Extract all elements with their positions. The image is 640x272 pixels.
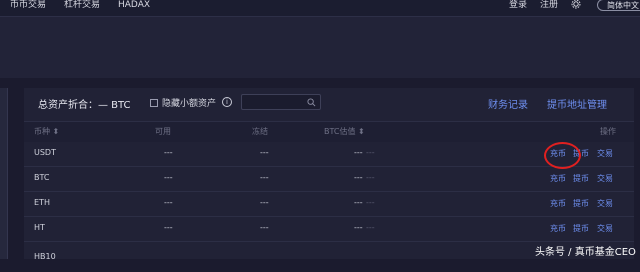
- watermark: 头条号 / 真币基金CEO: [535, 247, 636, 258]
- trade-button[interactable]: 交易: [597, 148, 613, 159]
- info-icon[interactable]: i: [222, 97, 232, 107]
- row-btc-value-extra: ---: [366, 148, 375, 157]
- assets-panel: 总资产折合：— BTC 隐藏小额资产 i 财务记录 提币地址管理 币种 ⬍ 可用…: [24, 88, 634, 261]
- deposit-button[interactable]: 充币: [550, 223, 566, 234]
- table-row: ETH --- --- --- --- 充币 提币 交易: [24, 192, 634, 217]
- divider: [0, 16, 640, 17]
- row-btc-value: ---: [354, 223, 363, 232]
- finance-record-link[interactable]: 财务记录: [488, 96, 528, 111]
- column-header-frozen: 冻结: [252, 127, 268, 136]
- trade-button[interactable]: 交易: [597, 223, 613, 234]
- row-btc-value-extra: ---: [366, 173, 375, 182]
- deposit-button[interactable]: 充币: [550, 173, 566, 184]
- total-assets-value: — BTC: [98, 100, 131, 111]
- search-icon: [307, 98, 316, 107]
- nav-item-spot-trading[interactable]: 币币交易: [10, 0, 46, 11]
- row-available: ---: [164, 173, 173, 182]
- hide-small-assets-checkbox[interactable]: [150, 99, 158, 107]
- table-row: BTC --- --- --- --- 充币 提币 交易: [24, 167, 634, 192]
- trade-button[interactable]: 交易: [597, 173, 613, 184]
- column-header-action: 操作: [600, 127, 616, 136]
- total-assets-summary: 总资产折合：— BTC: [38, 96, 131, 111]
- table-header: 币种 ⬍ 可用 冻结 BTC估值 ⬍ 操作: [24, 121, 634, 142]
- register-link[interactable]: 注册: [540, 0, 558, 11]
- highlight-annotation: [544, 142, 581, 169]
- row-currency: BTC: [34, 173, 50, 182]
- trade-button[interactable]: 交易: [597, 198, 613, 209]
- row-btc-value: ---: [354, 148, 363, 157]
- row-btc-value-extra: ---: [366, 223, 375, 232]
- column-header-currency[interactable]: 币种 ⬍: [34, 126, 59, 137]
- withdraw-button[interactable]: 提币: [573, 198, 589, 209]
- withdraw-address-link[interactable]: 提币地址管理: [547, 96, 607, 111]
- row-available: ---: [164, 148, 173, 157]
- row-currency: USDT: [34, 148, 56, 157]
- row-frozen: ---: [260, 173, 269, 182]
- withdraw-button[interactable]: 提币: [573, 173, 589, 184]
- row-btc-value: ---: [354, 198, 363, 207]
- row-btc-value-extra: ---: [366, 198, 375, 207]
- login-link[interactable]: 登录: [509, 0, 527, 11]
- gear-icon[interactable]: [571, 0, 581, 9]
- total-assets-label: 总资产折合：: [38, 100, 98, 111]
- hide-small-assets-label: 隐藏小额资产: [162, 99, 217, 109]
- row-frozen: ---: [260, 148, 269, 157]
- row-available: ---: [164, 223, 173, 232]
- language-select[interactable]: 简体中文: [597, 0, 640, 11]
- row-currency: HB10: [34, 252, 56, 261]
- nav-item-margin-trading[interactable]: 杠杆交易: [64, 0, 100, 11]
- currency-search-input[interactable]: [241, 94, 321, 110]
- row-frozen: ---: [260, 223, 269, 232]
- deposit-button[interactable]: 充币: [550, 198, 566, 209]
- row-currency: HT: [34, 223, 45, 232]
- nav-item-hadax[interactable]: HADAX: [118, 0, 150, 11]
- table-row: HT --- --- --- --- 充币 提币 交易: [24, 217, 634, 242]
- column-header-btc-value[interactable]: BTC估值 ⬍: [324, 126, 365, 137]
- row-currency: ETH: [34, 198, 50, 207]
- column-header-available: 可用: [155, 127, 171, 136]
- row-btc-value: ---: [354, 173, 363, 182]
- row-frozen: ---: [260, 198, 269, 207]
- sidebar: [0, 88, 8, 259]
- page-banner: [0, 16, 640, 78]
- withdraw-button[interactable]: 提币: [573, 223, 589, 234]
- top-nav: 币币交易 杠杆交易 HADAX 登录 注册 简体中文: [0, 0, 640, 16]
- row-available: ---: [164, 198, 173, 207]
- table-row: USDT --- --- --- --- 充币 提币 交易: [24, 142, 634, 167]
